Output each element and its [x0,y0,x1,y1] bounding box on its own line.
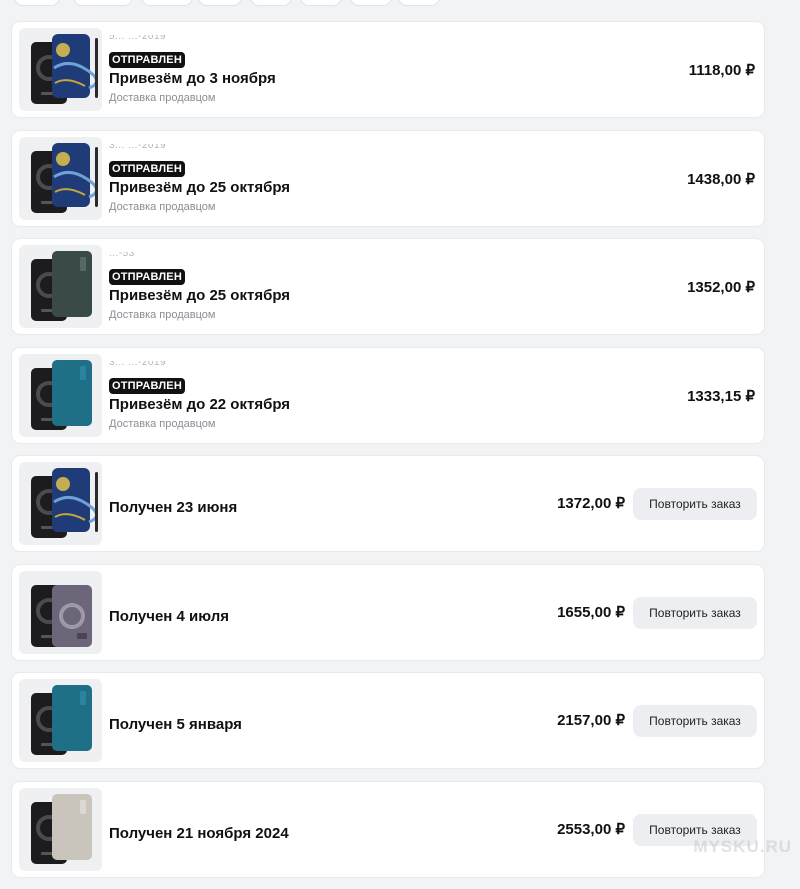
product-image[interactable] [19,136,102,220]
order-number: ...-53 [109,252,135,259]
order-price: 1333,15 ₽ [687,387,755,405]
order-number-text: 3... ...-2019 [109,143,167,151]
filter-chip[interactable] [73,0,133,6]
product-image[interactable] [19,787,102,871]
order-price: 1352,00 ₽ [687,279,755,296]
product-image[interactable] [19,462,102,545]
delivery-method: Доставка продавцом [109,200,216,213]
product-image[interactable] [19,353,102,437]
filter-chip[interactable] [141,0,193,6]
repeat-order-button[interactable]: Повторить заказ [633,705,757,737]
order-card[interactable]: Получен 4 июля 1655,00 ₽ Повторить заказ [11,563,765,661]
delivery-method: Доставка продавцом [109,92,216,104]
order-status-title: Привезём до 25 октября [109,287,291,304]
order-price: 2157,00 ₽ [557,712,625,729]
filter-chip[interactable] [398,0,440,6]
product-image[interactable] [19,28,102,111]
order-number: 3... ...-2019 [109,144,166,151]
order-price: 2553,00 ₽ [557,820,625,838]
filter-chip[interactable] [198,0,242,6]
order-card[interactable]: 3... ...-2019 ОТПРАВЛЕН Привезём до 22 окт… [11,346,765,444]
order-number-text: 5... ...-2019 [109,35,167,42]
product-image[interactable] [19,245,102,328]
order-status-title: Привезём до 25 октября [109,178,291,196]
order-status-title: Привезём до 3 ноября [109,70,276,87]
status-badge: ОТПРАВЛЕН [109,52,185,68]
order-card[interactable]: Получен 5 января 2157,00 ₽ Повторить заказ [11,672,765,769]
order-price: 1655,00 ₽ [557,603,625,621]
order-status-title: Получен 4 июля [109,607,229,625]
repeat-order-button[interactable]: Повторить заказ [633,596,757,629]
filter-chip[interactable] [300,0,342,6]
status-badge: ОТПРАВЛЕН [109,160,185,177]
order-status-title: Получен 21 ноября 2024 [109,824,289,842]
order-price: 1372,00 ₽ [557,495,625,512]
product-image[interactable] [19,570,102,654]
order-card[interactable]: Получен 21 ноября 2024 2553,00 ₽ Повторить… [11,780,765,878]
filter-chip[interactable] [350,0,392,6]
order-card[interactable]: 5... ...-2019 ОТПРАВЛЕН Привезём до 3 нояб… [11,21,765,118]
order-card[interactable]: Получен 23 июня 1372,00 ₽ Повторить заказ [11,455,765,552]
status-badge: ОТПРАВЛЕН [109,269,185,285]
order-status-title: Получен 5 января [109,716,242,733]
filter-chip[interactable] [14,0,60,6]
filter-chip[interactable] [250,0,292,6]
repeat-order-button[interactable]: Повторить заказ [633,488,757,520]
order-price: 1438,00 ₽ [687,170,755,188]
filter-chips-row [14,0,774,6]
watermark: MYSKU.RU [693,837,792,856]
order-number-text: 3... ...-2019 [109,360,167,368]
order-card[interactable]: 3... ...-2019 ОТПРАВЛЕН Привезём до 25 окт… [11,129,765,227]
orders-list: 5... ...-2019 ОТПРАВЛЕН Привезём до 3 нояб… [11,21,765,889]
order-number: 5... ...-2019 [109,35,166,42]
delivery-method: Доставка продавцом [109,309,216,321]
order-price: 1118,00 ₽ [688,62,755,79]
product-image[interactable] [19,679,102,762]
order-number-text: ...-53 [109,252,135,259]
order-status-title: Привезём до 22 октября [109,395,291,413]
order-card[interactable]: ...-53 ОТПРАВЛЕН Привезём до 25 октября Дос… [11,238,765,335]
status-badge: ОТПРАВЛЕН [109,377,185,394]
order-number: 3... ...-2019 [109,361,166,368]
order-status-title: Получен 23 июня [109,499,238,516]
delivery-method: Доставка продавцом [109,417,216,430]
